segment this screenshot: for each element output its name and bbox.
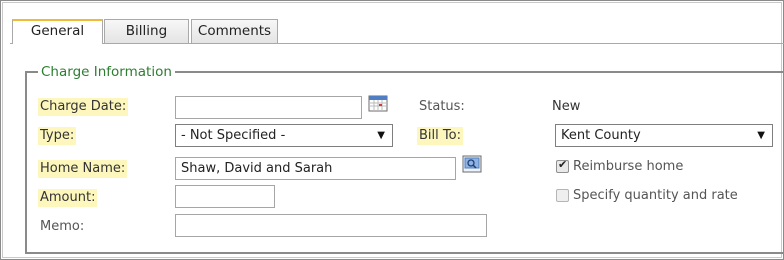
tab-general-label: General (30, 23, 85, 39)
tab-comments-label: Comments (197, 23, 272, 39)
tab-general[interactable]: General (12, 19, 103, 44)
charge-date-input[interactable] (175, 96, 362, 119)
specify-quantity-label: Specify quantity and rate (573, 188, 738, 203)
bill-to-select[interactable]: Kent County ▼ (555, 124, 773, 147)
status-value: New (552, 99, 581, 114)
tab-strip-divider (10, 43, 784, 44)
tab-comments[interactable]: Comments (191, 19, 278, 43)
calendar-icon[interactable] (368, 94, 388, 112)
tab-billing[interactable]: Billing (104, 19, 189, 43)
memo-label: Memo: (40, 219, 85, 234)
type-select[interactable]: - Not Specified - ▼ (175, 124, 393, 147)
home-name-input[interactable] (175, 157, 456, 180)
bill-to-label: Bill To: (417, 127, 463, 145)
reimburse-home-checkbox[interactable] (556, 158, 569, 173)
chevron-down-icon: ▼ (757, 130, 765, 141)
specify-quantity-checkbox[interactable] (556, 189, 569, 202)
status-label: Status: (419, 99, 465, 114)
reimburse-home-label: Reimburse home (573, 159, 684, 174)
charge-date-label: Charge Date: (38, 98, 129, 116)
lookup-icon[interactable] (462, 155, 482, 173)
memo-input[interactable] (175, 214, 487, 237)
bill-to-selected-value: Kent County (561, 128, 641, 143)
amount-input[interactable] (175, 185, 275, 208)
amount-label: Amount: (38, 189, 98, 207)
type-label: Type: (38, 127, 77, 145)
charge-information-legend: Charge Information (38, 63, 175, 81)
chevron-down-icon: ▼ (377, 130, 385, 141)
tab-billing-label: Billing (125, 23, 168, 39)
home-name-label: Home Name: (38, 160, 128, 178)
type-selected-value: - Not Specified - (181, 128, 286, 143)
